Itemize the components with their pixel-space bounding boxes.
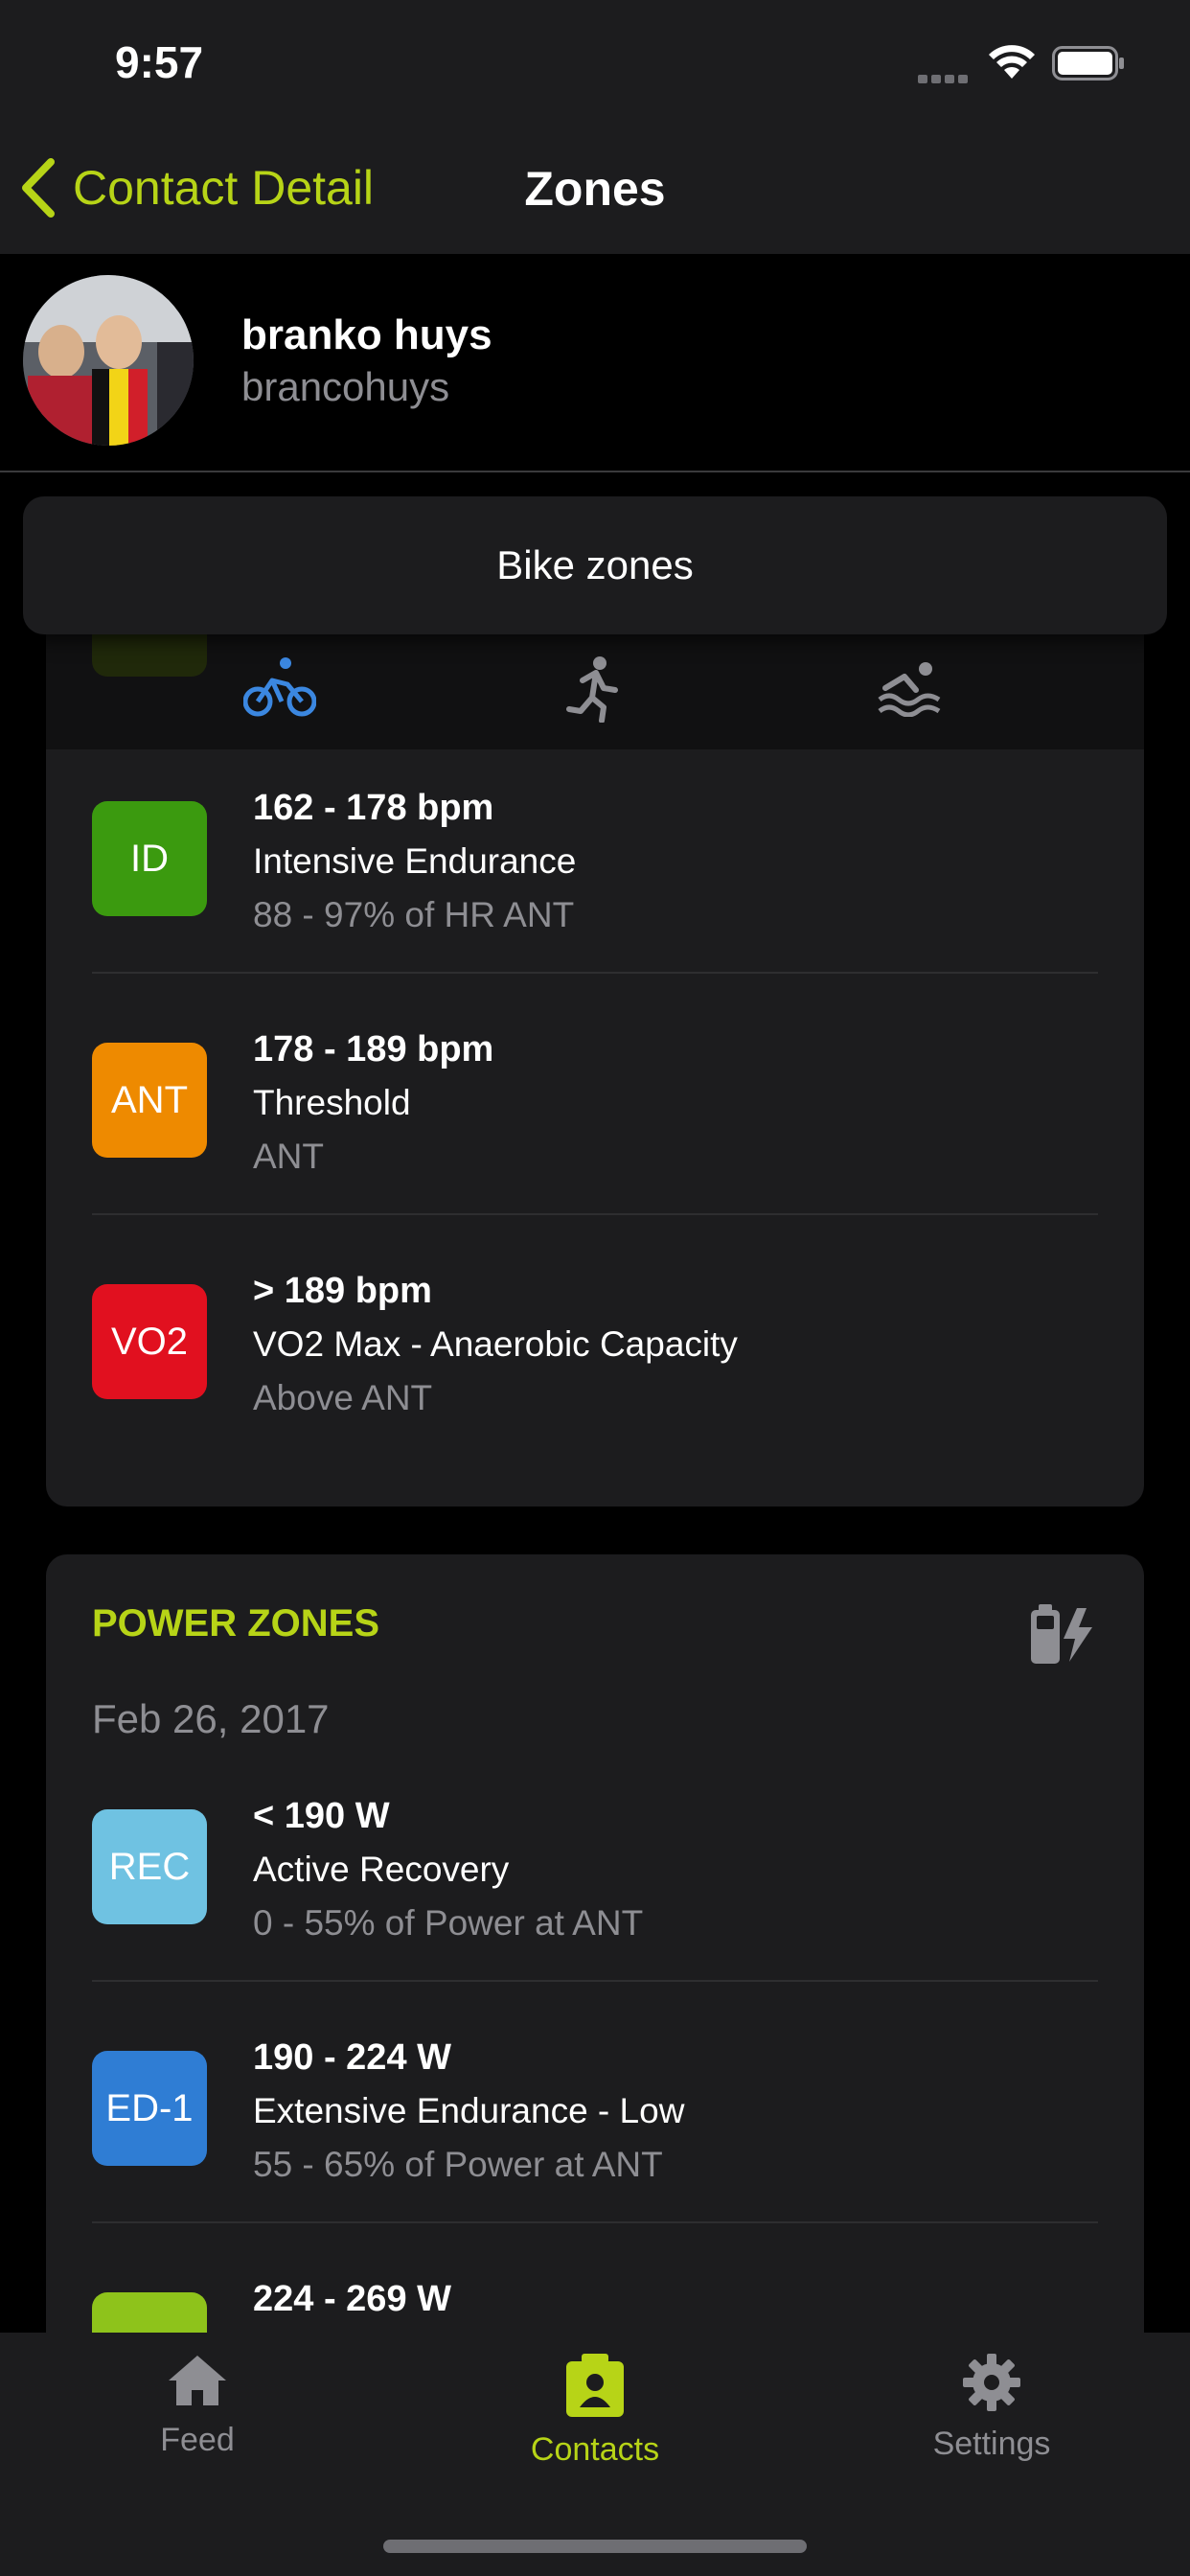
zone-description: 88 - 97% of HR ANT bbox=[253, 895, 575, 934]
divider bbox=[92, 972, 1098, 974]
power-zone-row[interactable]: REC < 190 W Active Recovery 0 - 55% of P… bbox=[92, 1790, 1098, 2030]
zone-description: 55 - 65% of Power at ANT bbox=[253, 2145, 663, 2184]
power-zones-title: POWER ZONES bbox=[92, 1602, 380, 1644]
zone-range: 190 - 224 W bbox=[253, 2037, 451, 2078]
battery-icon bbox=[1052, 46, 1124, 80]
zone-description: ANT bbox=[253, 1137, 324, 1176]
status-time: 9:57 bbox=[115, 37, 204, 87]
zone-description: 0 - 55% of Power at ANT bbox=[253, 1903, 644, 1943]
zone-badge: VO2 bbox=[92, 1284, 207, 1399]
page-title: Zones bbox=[524, 162, 666, 216]
contacts-icon bbox=[566, 2354, 624, 2417]
zone-range: 178 - 189 bpm bbox=[253, 1029, 494, 1070]
tab-contacts-label: Contacts bbox=[530, 2431, 660, 2468]
zone-range: 162 - 178 bpm bbox=[253, 788, 494, 828]
hr-zone-row[interactable]: ID 162 - 178 bpm Intensive Endurance 88 … bbox=[92, 782, 1098, 1022]
home-icon bbox=[169, 2356, 226, 2405]
power-zones-date: Feb 26, 2017 bbox=[92, 1696, 330, 1741]
zone-range: > 189 bpm bbox=[253, 1271, 432, 1311]
power-zone-row[interactable]: ED-1 190 - 224 W Extensive Endurance - L… bbox=[92, 2032, 1098, 2271]
zone-type-label: Bike zones bbox=[496, 542, 694, 587]
gear-icon bbox=[963, 2354, 1020, 2411]
battery-bolt-icon[interactable] bbox=[1029, 1600, 1098, 1666]
zone-name: Active Recovery bbox=[253, 1850, 510, 1889]
zone-name: Intensive Endurance bbox=[253, 841, 577, 881]
divider bbox=[92, 1213, 1098, 1215]
zone-range: < 190 W bbox=[253, 1796, 390, 1836]
zone-description: Above ANT bbox=[253, 1378, 433, 1417]
tab-settings[interactable]: Settings bbox=[848, 2352, 1135, 2463]
bike-icon[interactable] bbox=[243, 656, 316, 719]
zone-range: 224 - 269 W bbox=[253, 2279, 451, 2319]
divider bbox=[92, 2221, 1098, 2223]
zone-name: VO2 Max - Anaerobic Capacity bbox=[253, 1324, 738, 1364]
home-indicator[interactable] bbox=[383, 2540, 807, 2553]
avatar bbox=[23, 275, 194, 446]
zone-badge: REC bbox=[92, 1809, 207, 1924]
profile-username: brancohuys bbox=[241, 364, 450, 409]
zone-badge: ED-1 bbox=[92, 2051, 207, 2166]
divider bbox=[92, 1980, 1098, 1982]
tab-feed[interactable]: Feed bbox=[54, 2352, 341, 2459]
profile-name: branko huys bbox=[241, 311, 492, 358]
zone-badge: ANT bbox=[92, 1043, 207, 1158]
tab-feed-label: Feed bbox=[160, 2422, 235, 2458]
run-icon[interactable] bbox=[565, 656, 623, 723]
tab-contacts[interactable]: Contacts bbox=[451, 2352, 739, 2469]
hr-zone-row[interactable]: VO2 > 189 bpm VO2 Max - Anaerobic Capaci… bbox=[92, 1265, 1098, 1505]
tab-settings-label: Settings bbox=[932, 2426, 1051, 2462]
hr-zone-row[interactable]: ANT 178 - 189 bpm Threshold ANT bbox=[92, 1024, 1098, 1263]
cellular-signal-icon bbox=[918, 71, 972, 88]
top-bar: 9:57 Contact Detail Zones bbox=[0, 0, 1190, 254]
profile-header: branko huys brancohuys bbox=[0, 254, 1190, 472]
wifi-icon bbox=[989, 45, 1035, 79]
zone-name: Extensive Endurance - Low bbox=[253, 2091, 685, 2130]
zone-type-selector[interactable]: Bike zones bbox=[23, 496, 1167, 634]
zone-badge: ID bbox=[92, 801, 207, 916]
swim-icon[interactable] bbox=[876, 657, 943, 717]
zone-name: Threshold bbox=[253, 1083, 411, 1122]
